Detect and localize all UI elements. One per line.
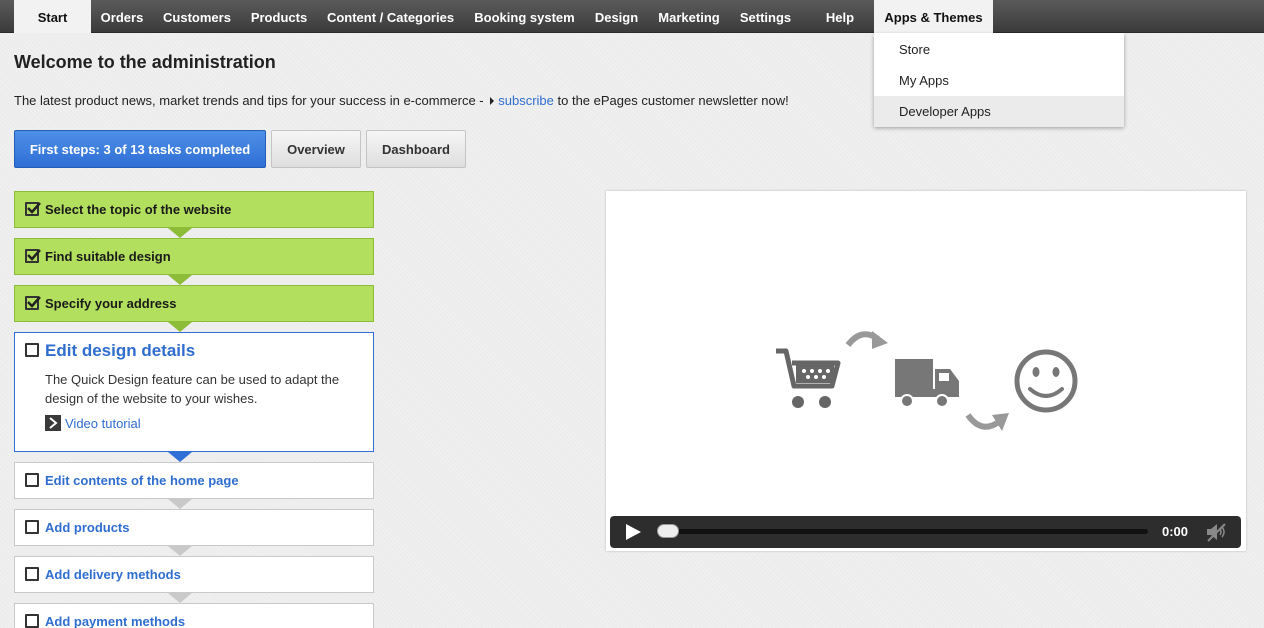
page-title: Welcome to the administration (14, 52, 276, 72)
tab-overview[interactable]: Overview (271, 130, 361, 168)
nav-orders[interactable]: Orders (91, 0, 153, 33)
tab-first-steps[interactable]: First steps: 3 of 13 tasks completed (14, 130, 266, 168)
nav-design[interactable]: Design (585, 0, 648, 33)
checkbox-icon[interactable] (25, 520, 39, 534)
video-controls: 0:00 (610, 516, 1241, 548)
checkbox-checked-icon[interactable] (25, 249, 41, 263)
step-connector (168, 593, 192, 603)
video-progress-track[interactable] (662, 529, 1148, 534)
step-label: Edit design details (45, 341, 196, 360)
intro-text-end: to the ePages customer newsletter now! (553, 93, 789, 108)
nav-marketing[interactable]: Marketing (648, 0, 730, 33)
step-label: Add products (45, 520, 130, 535)
video-tutorial-link[interactable]: Video tutorial (45, 415, 141, 431)
dropdown-item-developer-apps[interactable]: Developer Apps (874, 96, 1124, 127)
apps-themes-dropdown: Store My Apps Developer Apps (874, 33, 1124, 127)
play-icon[interactable] (624, 523, 642, 546)
step-connector (168, 275, 192, 285)
dropdown-item-store[interactable]: Store (874, 34, 1124, 65)
smiley-icon (1014, 349, 1078, 413)
newsletter-intro: The latest product news, market trends a… (14, 93, 789, 108)
step-find-design[interactable]: Find suitable design (14, 238, 374, 275)
step-connector (168, 499, 192, 509)
shopping-cart-icon (776, 348, 841, 408)
step-add-delivery[interactable]: Add delivery methods (14, 556, 374, 593)
nav-booking-system[interactable]: Booking system (464, 0, 585, 33)
checkbox-checked-icon[interactable] (25, 296, 41, 310)
intro-text: The latest product news, market trends a… (14, 93, 488, 108)
step-add-products[interactable]: Add products (14, 509, 374, 546)
nav-products[interactable]: Products (241, 0, 317, 33)
checkbox-icon[interactable] (25, 614, 39, 628)
checkbox-icon[interactable] (25, 567, 39, 581)
video-progress-knob[interactable] (657, 524, 679, 538)
step-description: The Quick Design feature can be used to … (45, 372, 340, 406)
step-connector (168, 452, 192, 462)
top-navigation: Start Orders Customers Products Content … (0, 0, 1264, 33)
delivery-truck-icon (895, 359, 959, 408)
step-connector (168, 322, 192, 332)
step-label: Add delivery methods (45, 567, 181, 582)
checkbox-icon[interactable] (25, 343, 39, 357)
step-label: Add payment methods (45, 614, 186, 628)
step-edit-design-details[interactable]: Edit design details The Quick Design fea… (14, 332, 374, 452)
step-label: Select the topic of the website (45, 202, 232, 217)
video-player[interactable]: 0:00 (606, 191, 1246, 551)
step-add-payment[interactable]: Add payment methods (14, 603, 374, 628)
video-tutorial-label: Video tutorial (65, 416, 141, 431)
tab-dashboard[interactable]: Dashboard (366, 130, 466, 168)
nav-settings[interactable]: Settings (730, 0, 801, 33)
nav-content-categories[interactable]: Content / Categories (317, 0, 464, 33)
step-specify-address[interactable]: Specify your address (14, 285, 374, 322)
step-label: Edit contents of the home page (45, 473, 239, 488)
step-edit-home-contents[interactable]: Edit contents of the home page (14, 462, 374, 499)
nav-apps-themes[interactable]: Apps & Themes (874, 0, 993, 33)
nav-customers[interactable]: Customers (153, 0, 241, 33)
volume-muted-icon[interactable] (1206, 522, 1226, 547)
video-time: 0:00 (1162, 524, 1189, 539)
step-select-topic[interactable]: Select the topic of the website (14, 191, 374, 228)
dropdown-item-my-apps[interactable]: My Apps (874, 65, 1124, 96)
link-arrow-icon (490, 97, 495, 105)
subscribe-link[interactable]: subscribe (498, 93, 554, 108)
step-label: Specify your address (45, 296, 177, 311)
arrow-icon (965, 413, 1009, 431)
step-connector (168, 546, 192, 556)
video-poster (776, 331, 1078, 431)
nav-help[interactable]: Help (801, 0, 879, 33)
checkbox-icon[interactable] (25, 473, 39, 487)
step-label: Find suitable design (45, 249, 171, 264)
chevron-right-icon (45, 415, 61, 431)
checkbox-checked-icon[interactable] (25, 202, 41, 216)
arrow-icon (845, 331, 888, 349)
step-connector (168, 228, 192, 238)
nav-start[interactable]: Start (14, 0, 91, 33)
